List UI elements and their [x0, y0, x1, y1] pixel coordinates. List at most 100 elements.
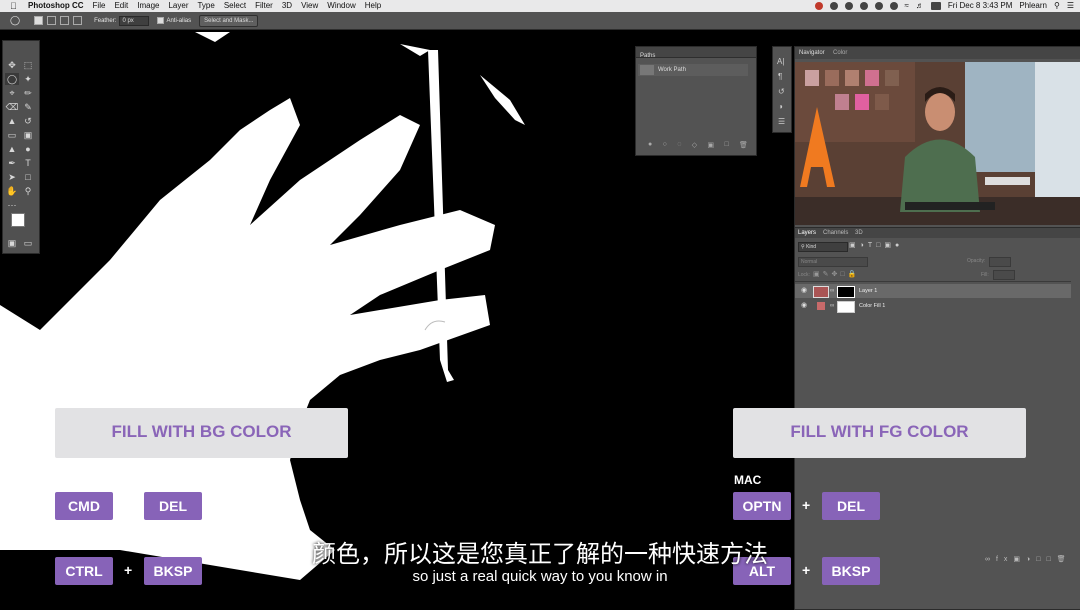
fill-path-icon[interactable]: ● [648, 141, 652, 149]
chain-link-icon[interactable]: ∞ [830, 284, 834, 298]
new-selection-icon[interactable] [34, 16, 44, 25]
load-selection-icon[interactable]: ◌ [677, 141, 681, 149]
intersect-selection-icon[interactable] [73, 16, 83, 25]
menubar-clock[interactable]: Fri Dec 8 3:43 PM [948, 0, 1012, 12]
plus-sign: + [124, 497, 133, 513]
tab-paths[interactable]: Paths [640, 53, 655, 59]
battery-icon[interactable] [930, 2, 941, 10]
eraser-tool-icon[interactable]: ▭ [5, 129, 19, 141]
filter-kind-select[interactable]: ⚲ Kind [798, 242, 848, 252]
layer-row-layer-1[interactable]: ◉ ∞ Layer 1 [795, 284, 1071, 298]
delete-path-icon[interactable]: 🗑 [739, 141, 748, 149]
path-row[interactable]: Work Path [638, 64, 748, 76]
opacity-input[interactable] [989, 257, 1011, 267]
rectangle-tool-icon[interactable]: □ [21, 171, 35, 183]
chain-link-icon[interactable]: ∞ [830, 299, 834, 313]
path-selection-icon[interactable]: ➤ [5, 171, 19, 183]
tab-channels[interactable]: Channels [823, 230, 848, 236]
tab-layers[interactable]: Layers [798, 230, 816, 236]
apple-icon[interactable]:  [10, 0, 20, 12]
bluetooth-icon[interactable] [889, 2, 898, 10]
clone-stamp-icon[interactable]: ▲ [5, 115, 19, 127]
move-tool-icon[interactable]: ✥ [5, 59, 19, 71]
tab-color[interactable]: Color [833, 50, 847, 56]
antialias-checkbox[interactable] [157, 17, 165, 24]
menu-filter[interactable]: Filter [255, 0, 273, 12]
notification-icon[interactable]: ☰ [1067, 0, 1074, 12]
lock-label: Lock: [798, 272, 810, 278]
menu-image[interactable]: Image [137, 0, 159, 12]
mac-menubar:  Photoshop CC File Edit Image Layer Typ… [0, 0, 1080, 12]
lasso-tool-icon[interactable]: ◯ [5, 73, 19, 85]
fill-color-thumbnail[interactable] [817, 302, 825, 310]
layer-mask-thumbnail[interactable] [837, 286, 855, 298]
tab-3d[interactable]: 3D [855, 230, 863, 236]
layer-name[interactable]: Layer 1 [859, 284, 877, 298]
history-brush-icon[interactable]: ↺ [21, 115, 35, 127]
make-work-path-icon[interactable]: ◇ [692, 141, 697, 149]
healing-brush-icon[interactable]: ⌫ [5, 101, 19, 113]
menu-type[interactable]: Type [197, 0, 214, 12]
add-selection-icon[interactable] [47, 16, 57, 25]
marquee-tool-icon[interactable]: ⬚ [21, 59, 35, 71]
paragraph-panel-icon[interactable]: ¶ [778, 72, 782, 81]
visibility-eye-icon[interactable]: ◉ [801, 284, 807, 298]
wifi-icon[interactable]: ≈ [905, 0, 909, 12]
menu-3d[interactable]: 3D [282, 0, 292, 12]
screen-mode-icon[interactable]: ▭ [21, 237, 35, 249]
menu-help[interactable]: Help [365, 0, 381, 12]
layer-mask-thumbnail[interactable] [837, 301, 855, 313]
subtract-selection-icon[interactable] [60, 16, 70, 25]
layer-row-color-fill-1[interactable]: ◉ ∞ Color Fill 1 [795, 299, 1071, 313]
menu-window[interactable]: Window [327, 0, 355, 12]
feather-input[interactable]: 0 px [119, 15, 150, 26]
menu-file[interactable]: File [93, 0, 106, 12]
menu-view[interactable]: View [301, 0, 318, 12]
visibility-eye-icon[interactable]: ◉ [801, 299, 807, 313]
pen-tool-icon[interactable]: ✒ [5, 157, 19, 169]
hand-tool-icon[interactable]: ✋ [5, 185, 19, 197]
gradient-tool-icon[interactable]: ▣ [21, 129, 35, 141]
adjustments-panel-icon[interactable]: ◑ [778, 102, 783, 111]
menu-layer[interactable]: Layer [168, 0, 188, 12]
properties-panel-icon[interactable]: ☰ [778, 117, 785, 126]
type-tool-icon[interactable]: T [21, 157, 35, 169]
bg-mac-label: MAC [56, 473, 84, 487]
character-panel-icon[interactable]: A| [777, 57, 784, 66]
quick-mask-icon[interactable]: ▣ [5, 237, 19, 249]
record-icon[interactable] [814, 2, 823, 10]
select-and-mask-button[interactable]: Select and Mask... [199, 14, 259, 27]
time-machine-icon[interactable] [874, 2, 883, 10]
clock-icon[interactable] [859, 2, 868, 10]
status-icon[interactable] [844, 2, 853, 10]
fill-input[interactable] [993, 270, 1015, 280]
brush-tool-icon[interactable]: ✎ [21, 101, 35, 113]
layer-filter-icons[interactable]: ▣◑T□▣● [849, 241, 903, 249]
crop-tool-icon[interactable]: ⌖ [5, 87, 19, 99]
dodge-tool-icon[interactable]: ● [21, 143, 35, 155]
status-icon[interactable] [829, 2, 838, 10]
lock-icons[interactable]: ▣✎✥□🔒 [813, 270, 859, 278]
history-panel-icon[interactable]: ↺ [778, 87, 785, 96]
menu-select[interactable]: Select [224, 0, 246, 12]
layer-name[interactable]: Color Fill 1 [859, 299, 885, 313]
volume-icon[interactable]: ♬ [916, 0, 924, 12]
menu-app-name[interactable]: Photoshop CC [28, 0, 84, 12]
lasso-tool-icon[interactable]: ◯ [10, 15, 20, 26]
more-tools-icon[interactable]: ⋯ [5, 199, 19, 211]
spotlight-icon[interactable]: ⚲ [1054, 0, 1060, 12]
foreground-color-swatch[interactable] [11, 213, 25, 227]
feather-label: Feather: [94, 17, 117, 24]
menu-edit[interactable]: Edit [114, 0, 128, 12]
zoom-tool-icon[interactable]: ⚲ [21, 185, 35, 197]
tab-navigator[interactable]: Navigator [799, 50, 825, 56]
blend-mode-select[interactable]: Normal [798, 257, 868, 267]
new-path-icon[interactable]: □ [724, 141, 728, 149]
blur-tool-icon[interactable]: ▲ [5, 143, 19, 155]
key-del: DEL [144, 492, 202, 520]
add-mask-icon[interactable]: ▣ [707, 141, 714, 149]
stroke-path-icon[interactable]: ○ [663, 141, 667, 149]
menubar-user[interactable]: Phlearn [1019, 0, 1047, 12]
magic-wand-icon[interactable]: ✦ [21, 73, 35, 85]
eyedropper-icon[interactable]: ✏ [21, 87, 35, 99]
